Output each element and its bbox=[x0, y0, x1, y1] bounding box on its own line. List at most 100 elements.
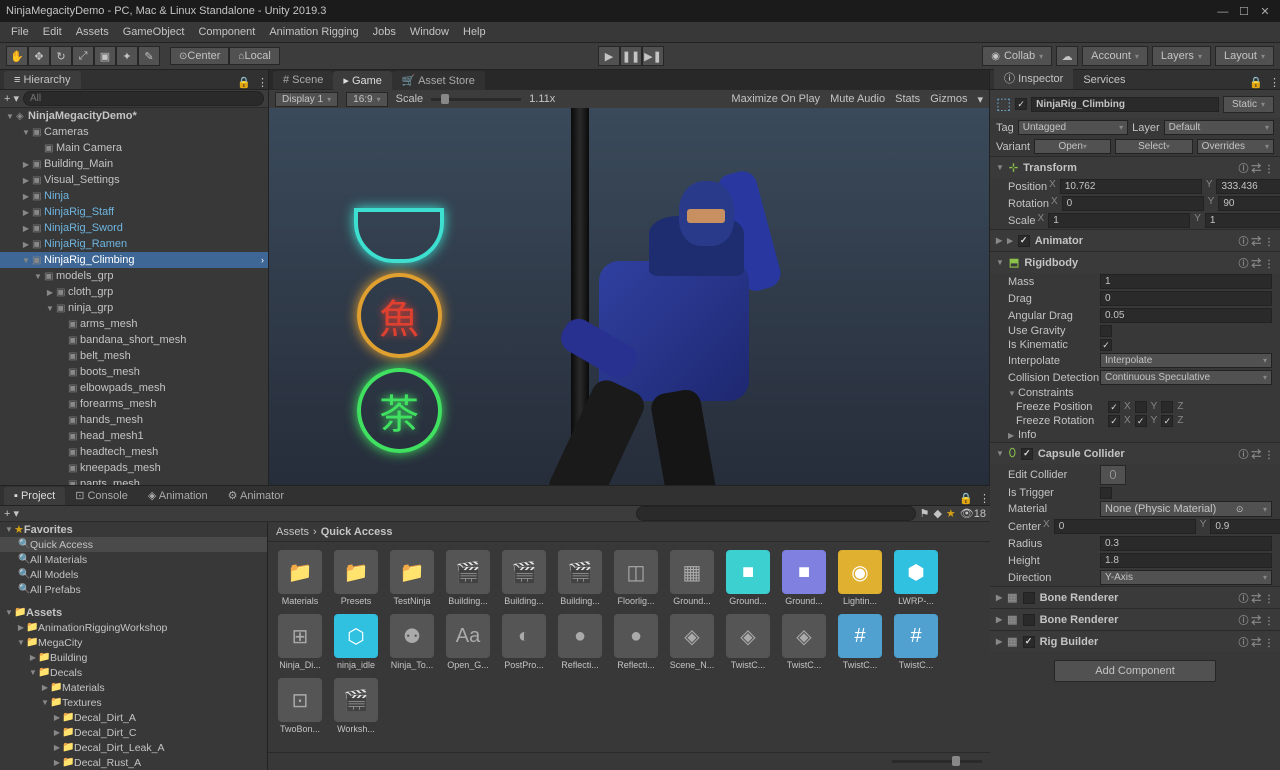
stats[interactable]: Stats bbox=[895, 93, 920, 106]
folder-item[interactable]: ▶📁 Decal_Dirt_A bbox=[0, 710, 267, 725]
breadcrumb[interactable]: Assets›Quick Access bbox=[268, 522, 990, 542]
asset-grid[interactable]: 📁Materials📁Presets📁TestNinja🎬Building...… bbox=[268, 542, 990, 752]
hierarchy-item[interactable]: ▣Main Camera bbox=[0, 140, 268, 156]
menu-gameobject[interactable]: GameObject bbox=[117, 24, 191, 40]
folder-item[interactable]: ▶📁 Decal_Dirt_C bbox=[0, 725, 267, 740]
asset-item[interactable]: ◉Lightin... bbox=[836, 550, 884, 606]
asset-item[interactable]: ■Ground... bbox=[724, 550, 772, 606]
direction-dropdown[interactable]: Y-Axis bbox=[1100, 570, 1272, 585]
hierarchy-item[interactable]: ▼▣models_grp bbox=[0, 268, 268, 284]
folder-item[interactable]: ▼📁 MegaCity bbox=[0, 635, 267, 650]
rot-y[interactable] bbox=[1218, 196, 1280, 211]
asset-item[interactable]: ⬡ninja_idle bbox=[332, 614, 380, 670]
folder-item[interactable]: ▶📁 Building bbox=[0, 650, 267, 665]
folder-item[interactable]: ▼📁 Decals bbox=[0, 665, 267, 680]
fav-item[interactable]: 🔍 All Models bbox=[0, 567, 267, 582]
hierarchy-item[interactable]: ▣kneepads_mesh bbox=[0, 460, 268, 476]
step-icon[interactable]: ▶❚ bbox=[642, 46, 664, 66]
asset-item[interactable]: 📁Materials bbox=[276, 550, 324, 606]
scale-tool-icon[interactable]: ⤢ bbox=[72, 46, 94, 66]
static-dropdown[interactable]: Static bbox=[1223, 96, 1274, 113]
rect-tool-icon[interactable]: ▣ bbox=[94, 46, 116, 66]
hierarchy-item[interactable]: ▣hands_mesh bbox=[0, 412, 268, 428]
tab-game[interactable]: ▸ Game bbox=[333, 71, 392, 90]
grid-size-slider[interactable] bbox=[892, 760, 982, 763]
menu-help[interactable]: Help bbox=[457, 24, 492, 40]
rotate-tool-icon[interactable]: ↻ bbox=[50, 46, 72, 66]
asset-item[interactable]: ■Ground... bbox=[780, 550, 828, 606]
filter-icon[interactable]: ⚑ bbox=[920, 507, 930, 520]
collab-dropdown[interactable]: ◉ Collab bbox=[982, 46, 1052, 66]
hierarchy-item[interactable]: ▣arms_mesh bbox=[0, 316, 268, 332]
aspect-dropdown[interactable]: 16:9 bbox=[346, 92, 387, 107]
menu-animation rigging[interactable]: Animation Rigging bbox=[263, 24, 364, 40]
asset-item[interactable]: ◈TwistC... bbox=[724, 614, 772, 670]
scl-y[interactable] bbox=[1205, 213, 1280, 228]
hierarchy-item[interactable]: ▣forearms_mesh bbox=[0, 396, 268, 412]
hierarchy-item[interactable]: ▣boots_mesh bbox=[0, 364, 268, 380]
menu-icon[interactable]: ⋮ bbox=[1269, 76, 1280, 89]
menu-icon[interactable]: ⋮ bbox=[979, 492, 990, 505]
maximize-on-play[interactable]: Maximize On Play bbox=[731, 93, 820, 106]
play-icon[interactable]: ▶ bbox=[598, 46, 620, 66]
scene-root[interactable]: ▼◈NinjaMegacityDemo* bbox=[0, 108, 268, 124]
folder-item[interactable]: ▶📁 Materials bbox=[0, 680, 267, 695]
transform-header[interactable]: ▼⊹Transformⓘ ⇄ ⋮ bbox=[990, 156, 1280, 178]
asset-item[interactable]: 📁Presets bbox=[332, 550, 380, 606]
hierarchy-item[interactable]: ▶▣NinjaRig_Ramen bbox=[0, 236, 268, 252]
asset-item[interactable]: ◈TwistC... bbox=[780, 614, 828, 670]
layers-dropdown[interactable]: Layers bbox=[1152, 46, 1211, 66]
folder-item[interactable]: ▶📁 Decal_Rust_A bbox=[0, 755, 267, 770]
tab-animation[interactable]: ◈ Animation bbox=[138, 486, 218, 505]
pivot-toggle[interactable]: ⊙Center bbox=[170, 47, 229, 65]
menu-component[interactable]: Component bbox=[192, 24, 261, 40]
tab-console[interactable]: ⊡ Console bbox=[65, 486, 138, 505]
hierarchy-item[interactable]: ▶▣Ninja bbox=[0, 188, 268, 204]
hierarchy-item[interactable]: ▶▣cloth_grp bbox=[0, 284, 268, 300]
folder-item[interactable]: ▶📁 Decal_Dirt_Leak_A bbox=[0, 740, 267, 755]
display-dropdown[interactable]: Display 1 bbox=[275, 92, 338, 107]
asset-item[interactable]: 🎬Building... bbox=[500, 550, 548, 606]
gameobject-enabled[interactable]: ✓ bbox=[1015, 98, 1027, 110]
lock-icon[interactable]: 🔒 bbox=[237, 76, 251, 89]
pos-x[interactable] bbox=[1060, 179, 1202, 194]
hierarchy-item[interactable]: ▶▣Building_Main bbox=[0, 156, 268, 172]
move-tool-icon[interactable]: ✥ bbox=[28, 46, 50, 66]
kinematic-checkbox[interactable]: ✓ bbox=[1100, 339, 1112, 351]
hierarchy-item[interactable]: ▼▣NinjaRig_Climbing› bbox=[0, 252, 268, 268]
rigidbody-header[interactable]: ▼⬒Rigidbodyⓘ ⇄ ⋮ bbox=[990, 251, 1280, 273]
space-toggle[interactable]: ⌂Local bbox=[229, 47, 279, 65]
asset-item[interactable]: 🎬Worksh... bbox=[332, 678, 380, 734]
hierarchy-item[interactable]: ▣bandana_short_mesh bbox=[0, 332, 268, 348]
fav-item[interactable]: 🔍 All Materials bbox=[0, 552, 267, 567]
edit-collider-button[interactable]: ⬯ bbox=[1100, 465, 1126, 485]
lock-icon[interactable]: 🔒 bbox=[959, 492, 973, 505]
mass-field[interactable] bbox=[1100, 274, 1272, 289]
create-dropdown[interactable]: + ▾ bbox=[4, 92, 19, 105]
animator-header[interactable]: ▶▸✓Animatorⓘ ⇄ ⋮ bbox=[990, 229, 1280, 251]
hierarchy-tab[interactable]: ≡ Hierarchy bbox=[4, 71, 81, 89]
pause-icon[interactable]: ❚❚ bbox=[620, 46, 642, 66]
menu-icon[interactable]: ⋮ bbox=[257, 76, 268, 89]
asset-item[interactable]: AaOpen_G... bbox=[444, 614, 492, 670]
layout-dropdown[interactable]: Layout bbox=[1215, 46, 1274, 66]
cloud-icon[interactable]: ☁ bbox=[1056, 46, 1078, 66]
asset-item[interactable]: ●Reflecti... bbox=[556, 614, 604, 670]
select-button[interactable]: Select bbox=[1115, 139, 1192, 154]
tab-animator[interactable]: ⚙ Animator bbox=[218, 486, 294, 505]
fav-item[interactable]: 🔍 Quick Access bbox=[0, 537, 267, 552]
overrides-dropdown[interactable]: Overrides bbox=[1197, 139, 1274, 154]
multi-tool-icon[interactable]: ✦ bbox=[116, 46, 138, 66]
asset-item[interactable]: ⬢LWRP-... bbox=[892, 550, 940, 606]
hidden-count[interactable]: 👁18 bbox=[960, 507, 986, 520]
asset-item[interactable]: ◈Scene_N... bbox=[668, 614, 716, 670]
asset-item[interactable]: ◫Floorlig... bbox=[612, 550, 660, 606]
menu-assets[interactable]: Assets bbox=[70, 24, 115, 40]
menu-edit[interactable]: Edit bbox=[37, 24, 68, 40]
close-icon[interactable]: ✕ bbox=[1256, 5, 1274, 18]
create-dropdown[interactable]: + ▾ bbox=[4, 507, 19, 520]
gravity-checkbox[interactable] bbox=[1100, 325, 1112, 337]
project-tree[interactable]: ▼★ Favorites🔍 Quick Access🔍 All Material… bbox=[0, 522, 268, 770]
layer-dropdown[interactable]: Default bbox=[1164, 120, 1274, 135]
tab-project[interactable]: ▪ Project bbox=[4, 487, 65, 505]
